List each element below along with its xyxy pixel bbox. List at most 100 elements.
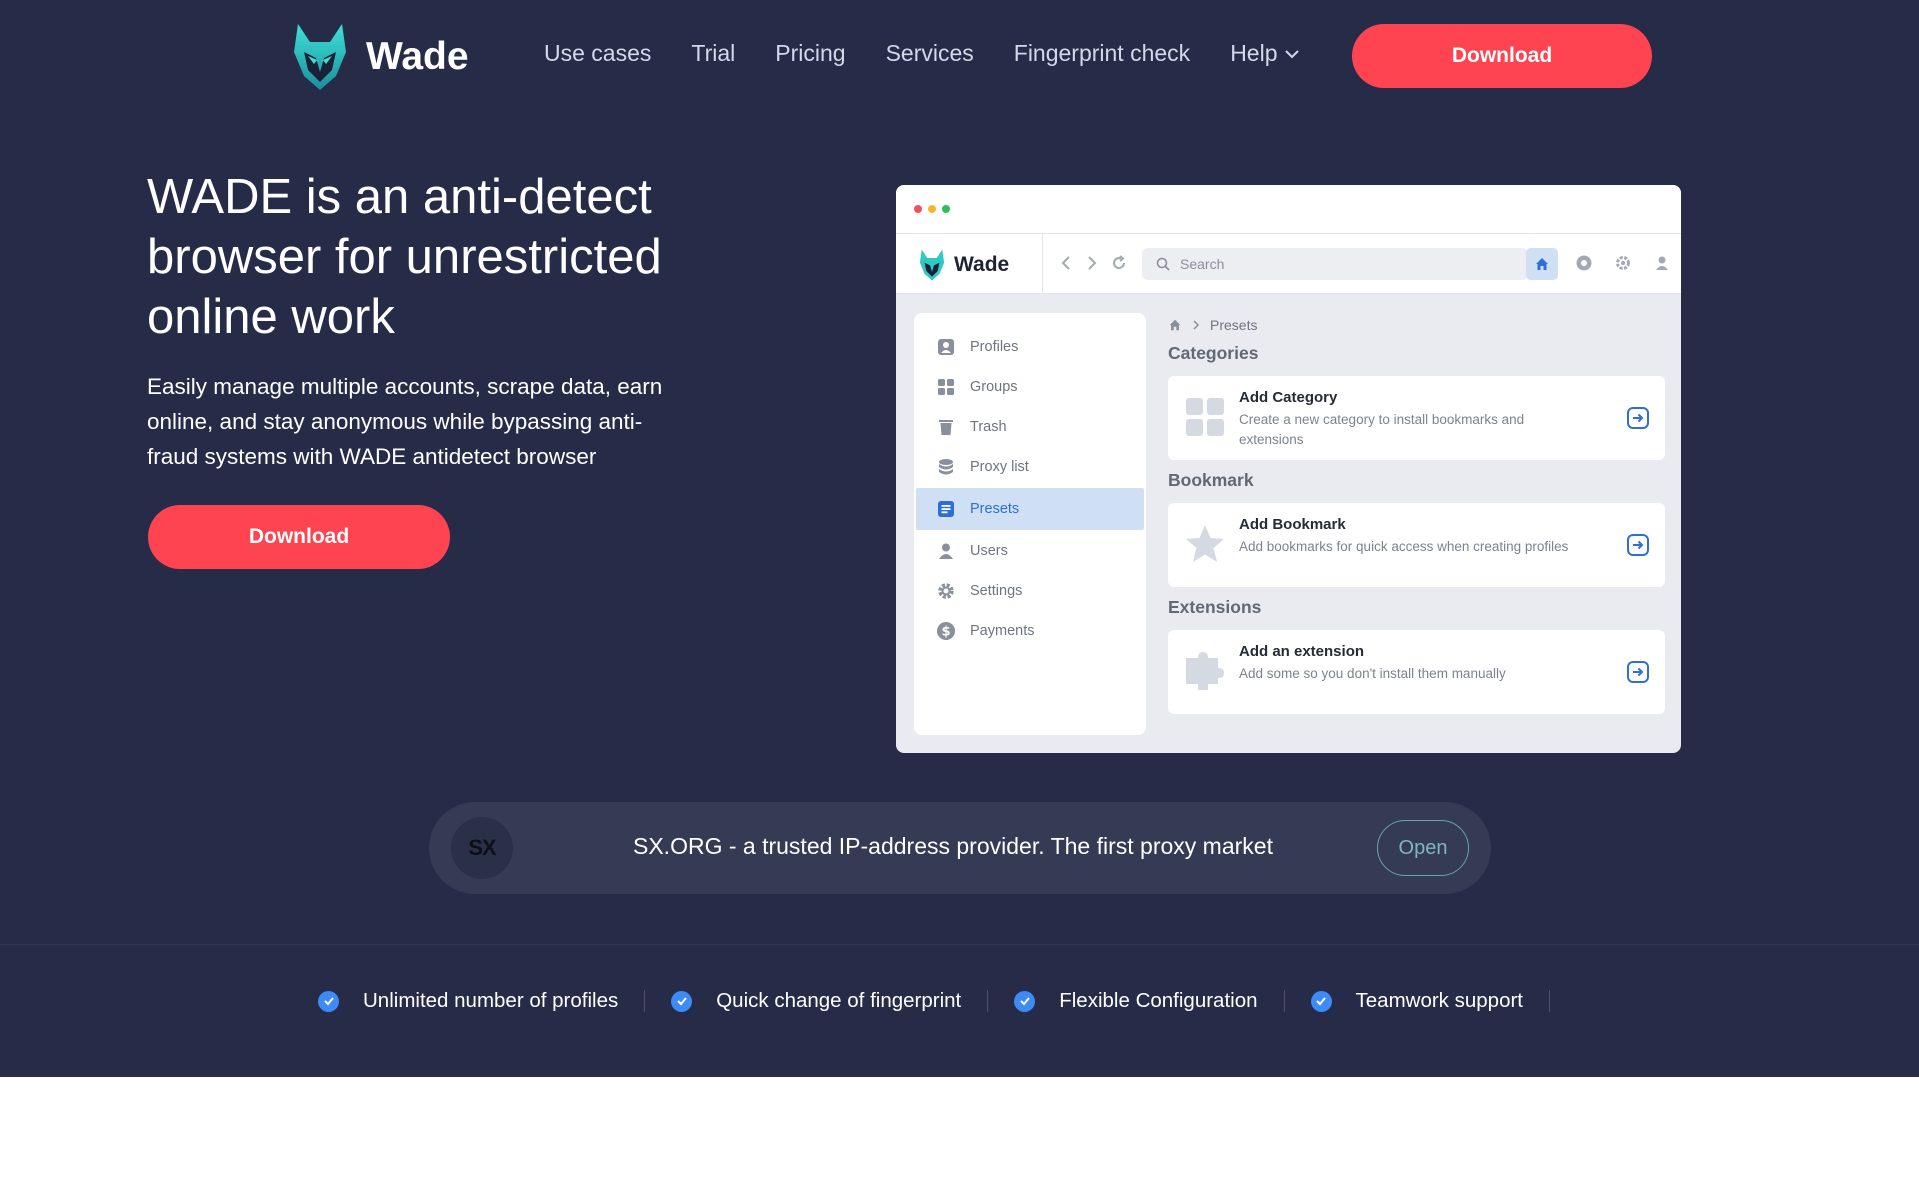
forward-icon[interactable] (1084, 254, 1100, 272)
search-placeholder: Search (1180, 256, 1225, 272)
star-icon (1186, 525, 1224, 562)
feature-item: Flexible Configuration (1014, 989, 1258, 1013)
brand-logo[interactable]: Wade (290, 22, 469, 92)
card-title: Add Bookmark (1239, 516, 1346, 533)
breadcrumb: Presets (1168, 313, 1665, 337)
check-icon (1310, 990, 1332, 1012)
sx-logo-text: SX (468, 835, 496, 860)
feature-label: Unlimited number of profiles (363, 989, 619, 1012)
close-dot (914, 205, 922, 213)
sidebar-item-label: Proxy list (970, 459, 1029, 475)
section-title-bookmark: Bookmark (1168, 470, 1254, 490)
add-bookmark-card[interactable]: Add Bookmark Add bookmarks for quick acc… (1168, 503, 1665, 587)
sidebar-item-users[interactable]: Users (916, 531, 1144, 571)
hero-subtitle: Easily manage multiple accounts, scrape … (147, 374, 663, 469)
card-title: Add Category (1239, 389, 1338, 406)
category-grid-icon (1186, 398, 1224, 436)
main-nav: Use cases Trial Pricing Services Fingerp… (544, 40, 1300, 67)
presets-icon (936, 499, 956, 519)
check-icon (671, 990, 693, 1012)
fox-logo-icon (294, 24, 346, 90)
sidebar-item-groups[interactable]: Groups (916, 367, 1144, 407)
sidebar-item-label: Payments (970, 623, 1035, 639)
brand-name: Wade (366, 35, 469, 78)
arrow-enter-icon[interactable] (1626, 406, 1650, 430)
home-icon (1536, 258, 1548, 270)
home-icon[interactable] (1168, 318, 1182, 332)
groups-icon (936, 377, 956, 397)
sx-logo: SX (451, 817, 513, 879)
sidebar-item-profiles[interactable]: Profiles (916, 327, 1144, 367)
app-main-content: Presets Categories Add Category Create a… (1168, 313, 1665, 724)
nav-services[interactable]: Services (886, 40, 974, 67)
feature-divider (644, 990, 646, 1012)
promo-text: SX.ORG - a trusted IP-address provider. … (633, 833, 1273, 859)
card-description: Create a new category to install bookmar… (1239, 412, 1525, 447)
section-title-extensions: Extensions (1168, 597, 1262, 617)
maximize-dot (942, 205, 950, 213)
app-sidebar: Profiles Groups Trash Proxy list Presets… (914, 313, 1146, 735)
sidebar-item-label: Trash (970, 419, 1007, 435)
search-input[interactable]: Search (1142, 248, 1528, 280)
arrow-enter-icon[interactable] (1626, 660, 1650, 684)
feature-label: Quick change of fingerprint (716, 989, 962, 1012)
app-brand: Wade (918, 248, 1009, 282)
search-icon (1156, 257, 1170, 271)
sidebar-item-label: Profiles (970, 339, 1019, 355)
hero-title: WADE is an anti-detect browser for unres… (147, 170, 662, 344)
header-download-button[interactable]: Download (1352, 24, 1652, 88)
app-preview: Wade Search Profiles Groups Trash Proxy … (896, 185, 1681, 753)
sidebar-item-payments[interactable]: $ Payments (916, 611, 1144, 651)
arrow-enter-icon[interactable] (1626, 533, 1650, 557)
profile-icon (936, 337, 956, 357)
feature-divider (987, 990, 989, 1012)
sidebar-item-proxy-list[interactable]: Proxy list (916, 447, 1144, 487)
sidebar-item-label: Presets (970, 501, 1020, 517)
home-button[interactable] (1526, 248, 1558, 280)
svg-text:$: $ (941, 625, 950, 640)
feature-item: Quick change of fingerprint (671, 989, 961, 1013)
nav-pricing[interactable]: Pricing (775, 40, 845, 67)
nav-use-cases[interactable]: Use cases (544, 40, 651, 67)
gear-icon (936, 581, 956, 601)
nav-help[interactable]: Help (1230, 40, 1299, 67)
breadcrumb-current: Presets (1210, 317, 1258, 333)
add-category-card[interactable]: Add Category Create a new category to in… (1168, 376, 1665, 460)
chevron-right-icon (1193, 320, 1200, 330)
feature-item: Unlimited number of profiles (318, 989, 618, 1013)
browser-icon[interactable] (1575, 254, 1593, 272)
puzzle-icon (1186, 652, 1224, 690)
reload-icon[interactable] (1110, 254, 1128, 272)
card-description: Add some so you don't install them manua… (1239, 666, 1506, 681)
user-icon (936, 541, 956, 561)
app-brand-name: Wade (954, 253, 1010, 276)
promo-open-button[interactable]: Open (1377, 820, 1469, 876)
sidebar-item-trash[interactable]: Trash (916, 407, 1144, 447)
nav-trial[interactable]: Trial (691, 40, 735, 67)
chevron-down-icon (1284, 49, 1299, 58)
hero-download-button[interactable]: Download (148, 505, 450, 569)
feature-label: Teamwork support (1355, 989, 1523, 1012)
section-divider (0, 944, 1919, 945)
check-icon (1014, 990, 1036, 1012)
feature-divider (1283, 990, 1285, 1012)
toolbar-divider (1042, 234, 1043, 294)
sidebar-item-presets[interactable]: Presets (916, 488, 1144, 530)
sidebar-item-label: Users (970, 543, 1008, 559)
feature-divider (1549, 990, 1550, 1012)
nav-help-label: Help (1230, 40, 1278, 66)
trash-icon (936, 417, 956, 437)
back-icon[interactable] (1058, 254, 1074, 272)
user-icon[interactable] (1653, 254, 1671, 272)
feature-item: Teamwork support (1310, 989, 1523, 1013)
add-extension-card[interactable]: Add an extension Add some so you don't i… (1168, 630, 1665, 714)
nav-fingerprint-check[interactable]: Fingerprint check (1014, 40, 1190, 67)
section-title-categories: Categories (1168, 343, 1259, 363)
card-title: Add an extension (1239, 643, 1365, 660)
sidebar-item-settings[interactable]: Settings (916, 571, 1144, 611)
browser-nav (1058, 254, 1128, 272)
proxy-promo-banner: SX SX.ORG - a trusted IP-address provide… (429, 802, 1491, 894)
window-titlebar (896, 185, 1681, 234)
sidebar-item-label: Groups (970, 379, 1018, 395)
gear-icon[interactable] (1614, 254, 1632, 272)
